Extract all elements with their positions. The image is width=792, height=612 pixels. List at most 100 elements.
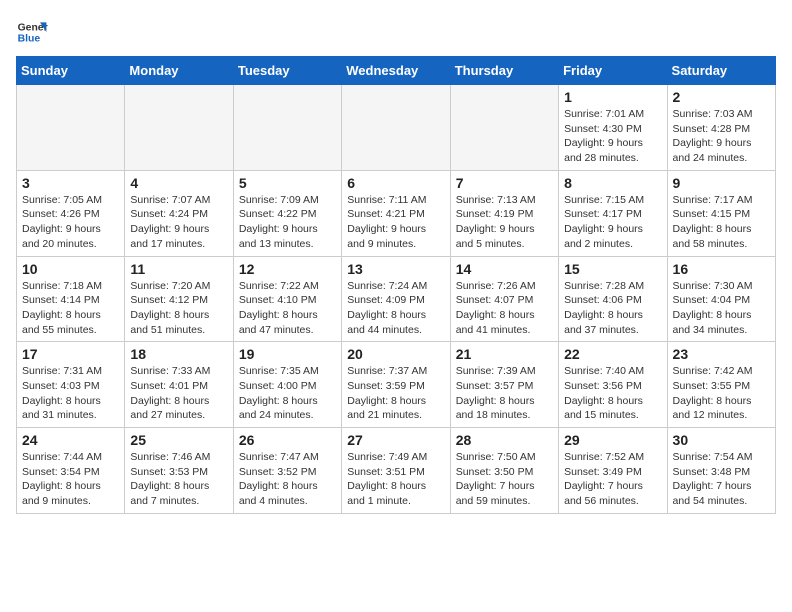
day-number: 18 [130,346,227,362]
calendar-cell: 19Sunrise: 7:35 AM Sunset: 4:00 PM Dayli… [233,342,341,428]
calendar-week-4: 17 Sunrise: 7:31 AM Sunset: 4:03 PM Dayli… [17,342,776,428]
day-number: 2 [673,89,770,105]
cell-info: Sunrise: 7:33 AM Sunset: 4:01 PM Dayligh… [130,364,227,423]
cell-info: Sunrise: 7:11 AM Sunset: 4:21 PM Dayligh… [347,193,444,252]
cell-info: Sunrise: 7:03 AM Sunset: 4:28 PM Dayligh… [673,107,770,166]
day-number: 7 [456,175,553,191]
calendar-cell: 8 Sunrise: 7:15 AM Sunset: 4:17 PM Daylig… [559,170,667,256]
calendar-cell: 11 Sunrise: 7:20 AM Sunset: 4:12 PM Dayli… [125,256,233,342]
calendar-cell: 28 Sunrise: 7:50 AM Sunset: 3:50 PM Dayli… [450,428,558,514]
cell-info: Sunrise: 7:07 AM Sunset: 4:24 PM Dayligh… [130,193,227,252]
weekday-header-thursday: Thursday [450,57,558,85]
day-number: 22 [564,346,661,362]
calendar-cell: 20 Sunrise: 7:37 AM Sunset: 3:59 PM Dayli… [342,342,450,428]
day-number: 19 [239,346,336,362]
calendar-cell [17,85,125,171]
calendar-week-2: 3 Sunrise: 7:05 AM Sunset: 4:26 PM Daylig… [17,170,776,256]
calendar-cell: 26 Sunrise: 7:47 AM Sunset: 3:52 PM Dayli… [233,428,341,514]
cell-info: Sunrise: 7:05 AM Sunset: 4:26 PM Dayligh… [22,193,119,252]
cell-info: Sunrise: 7:44 AM Sunset: 3:54 PM Dayligh… [22,450,119,509]
weekday-header-row: SundayMondayTuesdayWednesdayThursdayFrid… [17,57,776,85]
cell-info: Sunrise: 7:28 AM Sunset: 4:06 PM Dayligh… [564,279,661,338]
cell-info: Sunrise: 7:52 AM Sunset: 3:49 PM Dayligh… [564,450,661,509]
calendar-cell: 25 Sunrise: 7:46 AM Sunset: 3:53 PM Dayli… [125,428,233,514]
cell-info: Sunrise: 7:50 AM Sunset: 3:50 PM Dayligh… [456,450,553,509]
day-number: 6 [347,175,444,191]
day-number: 16 [673,261,770,277]
cell-info: Sunrise: 7:20 AM Sunset: 4:12 PM Dayligh… [130,279,227,338]
cell-info: Sunrise: 7:31 AM Sunset: 4:03 PM Dayligh… [22,364,119,423]
day-number: 25 [130,432,227,448]
day-number: 21 [456,346,553,362]
day-number: 29 [564,432,661,448]
calendar-cell: 2 Sunrise: 7:03 AM Sunset: 4:28 PM Daylig… [667,85,775,171]
cell-info: Sunrise: 7:37 AM Sunset: 3:59 PM Dayligh… [347,364,444,423]
cell-info: Sunrise: 7:39 AM Sunset: 3:57 PM Dayligh… [456,364,553,423]
cell-info: Sunrise: 7:54 AM Sunset: 3:48 PM Dayligh… [673,450,770,509]
calendar-cell: 23 Sunrise: 7:42 AM Sunset: 3:55 PM Dayli… [667,342,775,428]
calendar-cell: 27 Sunrise: 7:49 AM Sunset: 3:51 PM Dayli… [342,428,450,514]
calendar-table: SundayMondayTuesdayWednesdayThursdayFrid… [16,56,776,514]
day-number: 1 [564,89,661,105]
cell-info: Sunrise: 7:24 AM Sunset: 4:09 PM Dayligh… [347,279,444,338]
calendar-cell: 16 Sunrise: 7:30 AM Sunset: 4:04 PM Dayli… [667,256,775,342]
day-number: 8 [564,175,661,191]
cell-info: Sunrise: 7:30 AM Sunset: 4:04 PM Dayligh… [673,279,770,338]
day-number: 15 [564,261,661,277]
calendar-cell: 5 Sunrise: 7:09 AM Sunset: 4:22 PM Daylig… [233,170,341,256]
calendar-cell: 4Sunrise: 7:07 AM Sunset: 4:24 PM Daylig… [125,170,233,256]
weekday-header-wednesday: Wednesday [342,57,450,85]
calendar-cell: 24 Sunrise: 7:44 AM Sunset: 3:54 PM Dayli… [17,428,125,514]
day-number: 30 [673,432,770,448]
day-number: 27 [347,432,444,448]
calendar-cell: 3 Sunrise: 7:05 AM Sunset: 4:26 PM Daylig… [17,170,125,256]
day-number: 14 [456,261,553,277]
logo-icon: General Blue [16,16,48,48]
day-number: 23 [673,346,770,362]
weekday-header-monday: Monday [125,57,233,85]
calendar-cell: 7 Sunrise: 7:13 AM Sunset: 4:19 PM Daylig… [450,170,558,256]
cell-info: Sunrise: 7:13 AM Sunset: 4:19 PM Dayligh… [456,193,553,252]
calendar-cell: 15 Sunrise: 7:28 AM Sunset: 4:06 PM Dayli… [559,256,667,342]
calendar-week-1: 1 Sunrise: 7:01 AM Sunset: 4:30 PM Daylig… [17,85,776,171]
calendar-cell: 6 Sunrise: 7:11 AM Sunset: 4:21 PM Daylig… [342,170,450,256]
cell-info: Sunrise: 7:15 AM Sunset: 4:17 PM Dayligh… [564,193,661,252]
day-number: 24 [22,432,119,448]
svg-text:Blue: Blue [18,34,41,45]
weekday-header-saturday: Saturday [667,57,775,85]
day-number: 17 [22,346,119,362]
calendar-cell: 22Sunrise: 7:40 AM Sunset: 3:56 PM Dayli… [559,342,667,428]
day-number: 11 [130,261,227,277]
calendar-cell: 14 Sunrise: 7:26 AM Sunset: 4:07 PM Dayli… [450,256,558,342]
cell-info: Sunrise: 7:01 AM Sunset: 4:30 PM Dayligh… [564,107,661,166]
cell-info: Sunrise: 7:09 AM Sunset: 4:22 PM Dayligh… [239,193,336,252]
cell-info: Sunrise: 7:26 AM Sunset: 4:07 PM Dayligh… [456,279,553,338]
calendar-cell [233,85,341,171]
day-number: 10 [22,261,119,277]
header: General Blue [16,16,776,48]
calendar-cell: 29 Sunrise: 7:52 AM Sunset: 3:49 PM Dayli… [559,428,667,514]
calendar-cell: 9Sunrise: 7:17 AM Sunset: 4:15 PM Daylig… [667,170,775,256]
day-number: 28 [456,432,553,448]
calendar-cell: 21 Sunrise: 7:39 AM Sunset: 3:57 PM Dayli… [450,342,558,428]
day-number: 26 [239,432,336,448]
day-number: 20 [347,346,444,362]
calendar-week-3: 10Sunrise: 7:18 AM Sunset: 4:14 PM Dayli… [17,256,776,342]
calendar-cell [125,85,233,171]
calendar-cell [450,85,558,171]
calendar-cell: 30 Sunrise: 7:54 AM Sunset: 3:48 PM Dayli… [667,428,775,514]
calendar-week-5: 24 Sunrise: 7:44 AM Sunset: 3:54 PM Dayli… [17,428,776,514]
day-number: 5 [239,175,336,191]
calendar-cell: 17 Sunrise: 7:31 AM Sunset: 4:03 PM Dayli… [17,342,125,428]
cell-info: Sunrise: 7:49 AM Sunset: 3:51 PM Dayligh… [347,450,444,509]
weekday-header-tuesday: Tuesday [233,57,341,85]
day-number: 12 [239,261,336,277]
cell-info: Sunrise: 7:42 AM Sunset: 3:55 PM Dayligh… [673,364,770,423]
day-number: 3 [22,175,119,191]
cell-info: Sunrise: 7:17 AM Sunset: 4:15 PM Dayligh… [673,193,770,252]
calendar-cell: 18 Sunrise: 7:33 AM Sunset: 4:01 PM Dayli… [125,342,233,428]
cell-info: Sunrise: 7:46 AM Sunset: 3:53 PM Dayligh… [130,450,227,509]
day-number: 13 [347,261,444,277]
calendar-cell: 13 Sunrise: 7:24 AM Sunset: 4:09 PM Dayli… [342,256,450,342]
cell-info: Sunrise: 7:47 AM Sunset: 3:52 PM Dayligh… [239,450,336,509]
